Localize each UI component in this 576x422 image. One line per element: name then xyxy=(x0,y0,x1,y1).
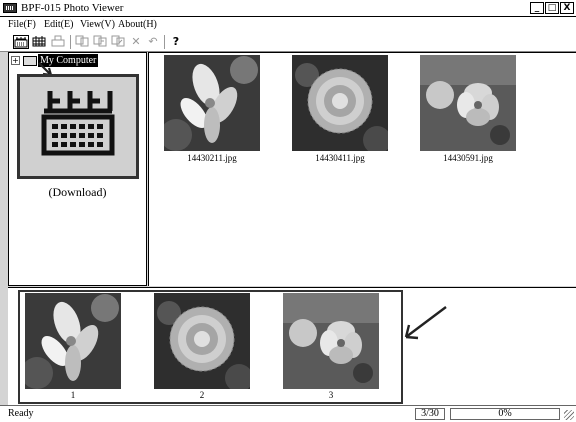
strip-image[interactable] xyxy=(283,293,379,389)
thumbnail-image[interactable] xyxy=(164,55,260,151)
photo-viewer-window: BPF-015 Photo Viewer _ □ X File(F) Edit(… xyxy=(0,0,576,422)
minimize-button[interactable]: _ xyxy=(530,2,544,14)
maximize-button[interactable]: □ xyxy=(545,2,559,14)
copy-icon[interactable] xyxy=(74,35,90,49)
thumbnail-pane: 14430211.jpg 14430411.jpg 14430591.jpg xyxy=(148,52,576,286)
image-count: 3/30 xyxy=(415,408,445,420)
print-icon[interactable] xyxy=(50,35,66,49)
strip-image[interactable] xyxy=(154,293,250,389)
title-bar: BPF-015 Photo Viewer _ □ X xyxy=(0,0,576,17)
undo-icon[interactable]: ↶ xyxy=(145,35,161,49)
move-icon[interactable] xyxy=(110,35,126,49)
selected-strip: 1 2 3 xyxy=(8,287,576,405)
strip-index: 2 xyxy=(199,390,205,400)
toolbar-separator xyxy=(164,35,165,49)
toolbar: ✕ ↶ ? xyxy=(0,32,576,52)
strip-index: 1 xyxy=(70,390,76,400)
app-icon xyxy=(3,3,17,13)
download-device-icon xyxy=(41,91,115,156)
resize-grip-icon[interactable] xyxy=(564,410,574,420)
download-label: (Download) xyxy=(48,185,107,199)
download-button[interactable] xyxy=(17,74,139,179)
delete-icon[interactable]: ✕ xyxy=(128,35,144,49)
strip-image[interactable] xyxy=(25,293,121,389)
thumbnail-filename: 14430411.jpg xyxy=(315,153,365,163)
menu-bar: File(F) Edit(E) View(V) About(H) xyxy=(0,17,576,32)
progress-indicator: 0% xyxy=(450,408,560,420)
thumbnail-filename: 14430591.jpg xyxy=(443,153,493,163)
tree-expand-icon[interactable]: + xyxy=(11,56,20,65)
window-title: BPF-015 Photo Viewer xyxy=(21,2,124,14)
close-button[interactable]: X xyxy=(560,2,574,14)
status-text: Ready xyxy=(8,408,34,419)
help-icon[interactable]: ? xyxy=(168,35,184,49)
menu-file[interactable]: File(F) xyxy=(8,17,36,32)
grid-icon[interactable] xyxy=(31,35,47,49)
copy-all-icon[interactable] xyxy=(92,35,108,49)
menu-edit[interactable]: Edit(E) xyxy=(44,17,73,32)
window-controls: _ □ X xyxy=(530,2,574,14)
folder-tree-pane: + My Computer (Download) xyxy=(8,52,147,286)
thumbnail-image[interactable] xyxy=(292,55,388,151)
annotation-arrow-icon xyxy=(404,306,447,340)
thumbnail-filename: 14430211.jpg xyxy=(187,153,237,163)
status-bar: Ready 3/30 0% xyxy=(0,405,576,422)
download-icon[interactable] xyxy=(13,35,29,49)
menu-view[interactable]: View(V) xyxy=(80,17,115,32)
strip-index: 3 xyxy=(328,390,334,400)
thumbnail-image[interactable] xyxy=(420,55,516,151)
toolbar-separator xyxy=(70,35,71,49)
menu-about[interactable]: About(H) xyxy=(118,17,157,32)
